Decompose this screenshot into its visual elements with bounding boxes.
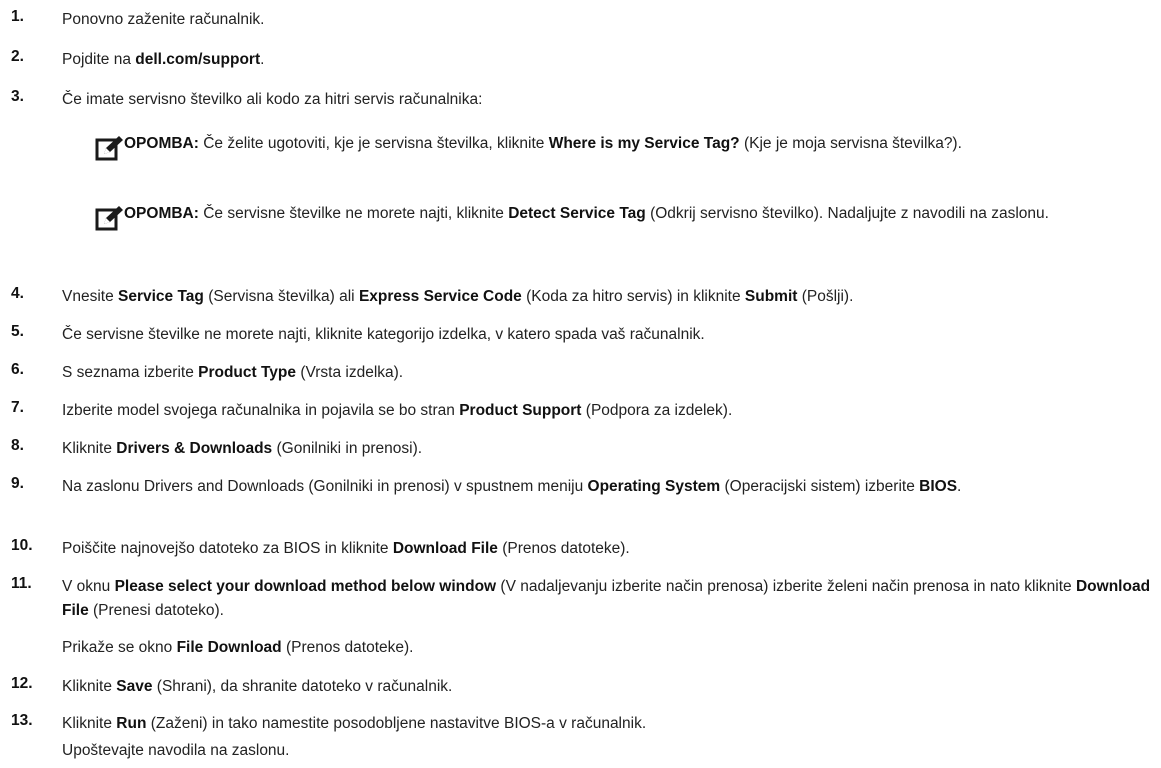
step-13-followup: Upoštevajte navodila na zaslonu.	[62, 739, 289, 763]
text-run: (V nadaljevanju izberite način prenosa) …	[496, 578, 1076, 595]
text-run: .	[260, 51, 265, 68]
step-text: Kliknite Drivers & Downloads (Gonilniki …	[62, 437, 1152, 461]
text-run: Kliknite	[62, 678, 117, 695]
text-run: (Kje je moja servisna številka?).	[739, 135, 962, 152]
text-run: Če servisne številke ne morete najti, kl…	[198, 205, 509, 222]
step-text: Izberite model svojega računalnika in po…	[62, 399, 1152, 423]
bold-term: Run	[116, 715, 147, 732]
text-run: Kliknite	[62, 715, 117, 732]
text-run: S seznama izberite	[62, 364, 199, 381]
step-text: Ponovno zaženite računalnik.	[62, 8, 1152, 32]
note-body: Če servisne številke ne morete najti, kl…	[199, 205, 1049, 222]
step-text: Vnesite Service Tag (Servisna številka) …	[62, 285, 1152, 309]
step-number: 4.	[11, 285, 24, 302]
text-run: (Odkrij servisno številko). Nadaljujte z…	[645, 205, 1049, 222]
text-run: Ponovno zaženite računalnik.	[62, 11, 265, 28]
bold-term: Service Tag	[118, 288, 204, 305]
step-number: 13.	[11, 712, 33, 729]
bold-term: Submit	[744, 288, 798, 305]
bold-term: Detect Service Tag	[508, 205, 646, 222]
text-run: Prikaže se okno	[62, 639, 177, 656]
text-run: (Prenesi datoteko).	[88, 602, 224, 619]
step-text: Kliknite Run (Zaženi) in tako namestite …	[62, 712, 1152, 736]
step-number: 7.	[11, 399, 24, 416]
text-run: .	[957, 478, 962, 495]
note-text: OPOMBA: Če želite ugotoviti, kje je serv…	[124, 131, 1154, 157]
note-pencil-icon	[94, 204, 124, 234]
bold-term: Download File	[392, 540, 498, 557]
bold-term: BIOS	[919, 478, 958, 495]
step-number: 12.	[11, 675, 33, 692]
step-text: Če servisne številke ne morete najti, kl…	[62, 323, 1152, 347]
text-run: Kliknite	[62, 440, 117, 457]
text-run: (Podpora za izdelek).	[581, 402, 733, 419]
text-run: Če želite ugotoviti, kje je servisna šte…	[198, 135, 549, 152]
step-text: Na zaslonu Drivers and Downloads (Goniln…	[62, 475, 1152, 499]
bold-term: Save	[116, 678, 153, 695]
step-number: 2.	[11, 48, 24, 65]
text-run: Poiščite najnovejšo datoteko za BIOS in …	[62, 540, 393, 557]
note-pencil-icon	[94, 134, 124, 164]
text-run: (Koda za hitro servis) in kliknite	[521, 288, 745, 305]
text-run: (Prenos datoteke).	[497, 540, 630, 557]
text-run: Če imate servisno številko ali kodo za h…	[62, 91, 483, 108]
text-run: (Operacijski sistem) izberite	[720, 478, 920, 495]
text-run: Pojdite na	[62, 51, 136, 68]
bold-term: Express Service Code	[358, 288, 522, 305]
text-run: Na zaslonu Drivers and Downloads (Goniln…	[62, 478, 588, 495]
bold-term: Product Type	[198, 364, 297, 381]
bold-term: Drivers & Downloads	[116, 440, 273, 457]
text-run: Izberite model svojega računalnika in po…	[62, 402, 460, 419]
text-run: (Pošlji).	[797, 288, 854, 305]
note-text: OPOMBA: Če servisne številke ne morete n…	[124, 201, 1154, 227]
step-number: 9.	[11, 475, 24, 492]
text-run: (Vrsta izdelka).	[296, 364, 404, 381]
step-text: Kliknite Save (Shrani), da shranite dato…	[62, 675, 1152, 699]
bold-term: Please select your download method below…	[114, 578, 497, 595]
text-run: (Servisna številka) ali	[203, 288, 359, 305]
text-run: (Gonilniki in prenosi).	[272, 440, 423, 457]
text-run: Če servisne številke ne morete najti, kl…	[62, 326, 705, 343]
text-run: (Shrani), da shranite datoteko v računal…	[152, 678, 453, 695]
step-text: V oknu Please select your download metho…	[62, 575, 1152, 623]
bold-term: Product Support	[459, 402, 582, 419]
step-number: 8.	[11, 437, 24, 454]
step-number: 5.	[11, 323, 24, 340]
step-text: S seznama izberite Product Type (Vrsta i…	[62, 361, 1152, 385]
bold-term: Where is my Service Tag?	[548, 135, 740, 152]
step-number: 11.	[11, 575, 32, 592]
note-label: OPOMBA:	[124, 135, 199, 152]
text-run: Vnesite	[62, 288, 119, 305]
note-label: OPOMBA:	[124, 205, 199, 222]
step-number: 3.	[11, 88, 24, 105]
step-text: Pojdite na dell.com/support.	[62, 48, 1152, 72]
bold-term: Operating System	[587, 478, 721, 495]
note-body: Če želite ugotoviti, kje je servisna šte…	[199, 135, 962, 152]
text-run: (Zaženi) in tako namestite posodobljene …	[146, 715, 647, 732]
text-run: (Prenos datoteke).	[281, 639, 414, 656]
step-number: 6.	[11, 361, 24, 378]
step-number: 10.	[11, 537, 33, 554]
bold-term: File Download	[176, 639, 282, 656]
step-text: Poiščite najnovejšo datoteko za BIOS in …	[62, 537, 1152, 561]
step-text: Če imate servisno številko ali kodo za h…	[62, 88, 1152, 112]
bold-term: dell.com/support	[135, 51, 261, 68]
text-run: Upoštevajte navodila na zaslonu.	[62, 742, 290, 759]
step-number: 1.	[11, 8, 24, 25]
step-11-followup: Prikaže se okno File Download (Prenos da…	[62, 636, 413, 660]
text-run: V oknu	[62, 578, 115, 595]
